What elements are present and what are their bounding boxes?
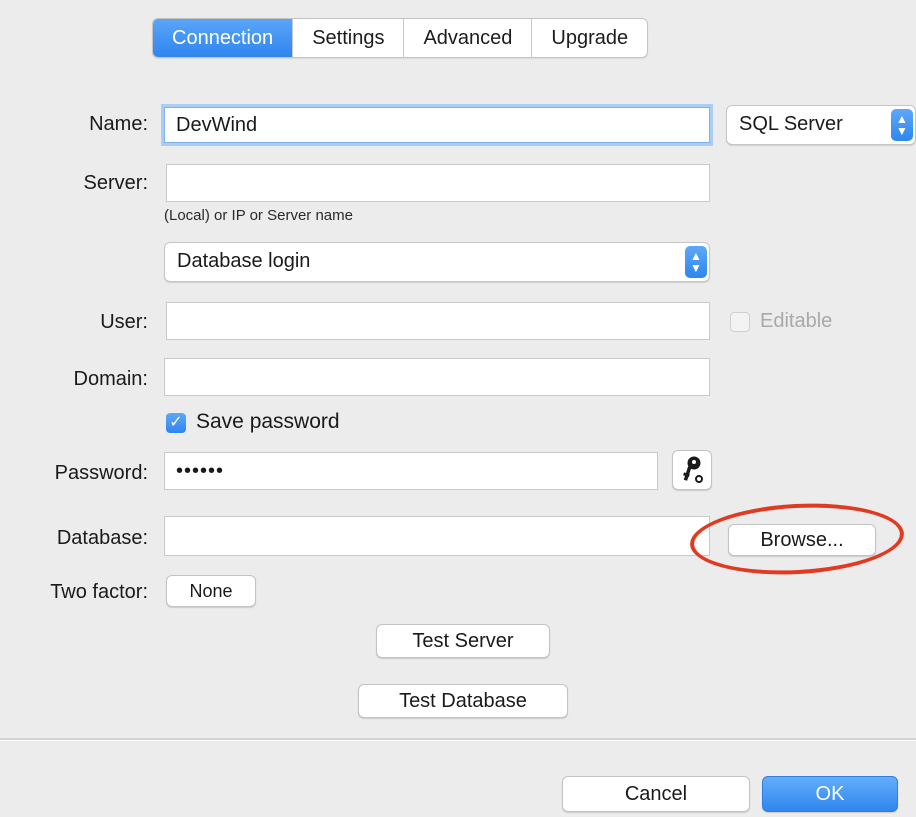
database-label: Database: — [56, 527, 148, 549]
two-factor-label: Two factor: — [50, 581, 148, 603]
editable-checkbox[interactable] — [730, 312, 750, 332]
keychain-button[interactable] — [672, 450, 712, 490]
chevron-updown-icon: ▲ ▼ — [685, 246, 707, 278]
password-label: Password: — [54, 462, 148, 484]
server-type-value: SQL Server — [739, 113, 843, 135]
user-input[interactable] — [166, 302, 710, 340]
tab-upgrade[interactable]: Upgrade — [531, 19, 647, 57]
ok-button[interactable]: OK — [762, 776, 898, 812]
chevron-updown-icon: ▲ ▼ — [891, 109, 913, 141]
tab-bar: Connection Settings Advanced Upgrade — [152, 18, 649, 58]
key-icon — [683, 456, 703, 483]
editable-label: Editable — [760, 310, 833, 332]
server-hint: (Local) or IP or Server name — [164, 207, 353, 224]
domain-input[interactable] — [164, 358, 710, 396]
name-label: Name: — [89, 113, 148, 135]
checkmark-icon: ✓ — [169, 414, 183, 431]
tab-advanced[interactable]: Advanced — [403, 19, 531, 57]
save-password-label: Save password — [196, 410, 340, 433]
auth-method-value: Database login — [177, 250, 311, 272]
password-input[interactable]: •••••• — [164, 452, 658, 490]
footer-divider — [0, 738, 916, 741]
user-label: User: — [100, 311, 148, 333]
domain-label: Domain: — [73, 368, 148, 390]
database-input[interactable] — [164, 516, 710, 556]
test-database-button[interactable]: Test Database — [358, 684, 568, 718]
server-label: Server: — [83, 172, 148, 194]
server-input[interactable] — [166, 164, 710, 202]
name-input[interactable] — [164, 107, 710, 143]
server-type-popup[interactable]: SQL Server ▲ ▼ — [726, 105, 916, 145]
tab-settings[interactable]: Settings — [292, 19, 403, 57]
auth-method-popup[interactable]: Database login ▲ ▼ — [164, 242, 710, 282]
highlight-circle — [688, 498, 906, 580]
save-password-checkbox[interactable]: ✓ — [166, 413, 186, 433]
cancel-button[interactable]: Cancel — [562, 776, 750, 812]
two-factor-button[interactable]: None — [166, 575, 256, 607]
tab-connection[interactable]: Connection — [153, 19, 293, 57]
test-server-button[interactable]: Test Server — [376, 624, 550, 658]
